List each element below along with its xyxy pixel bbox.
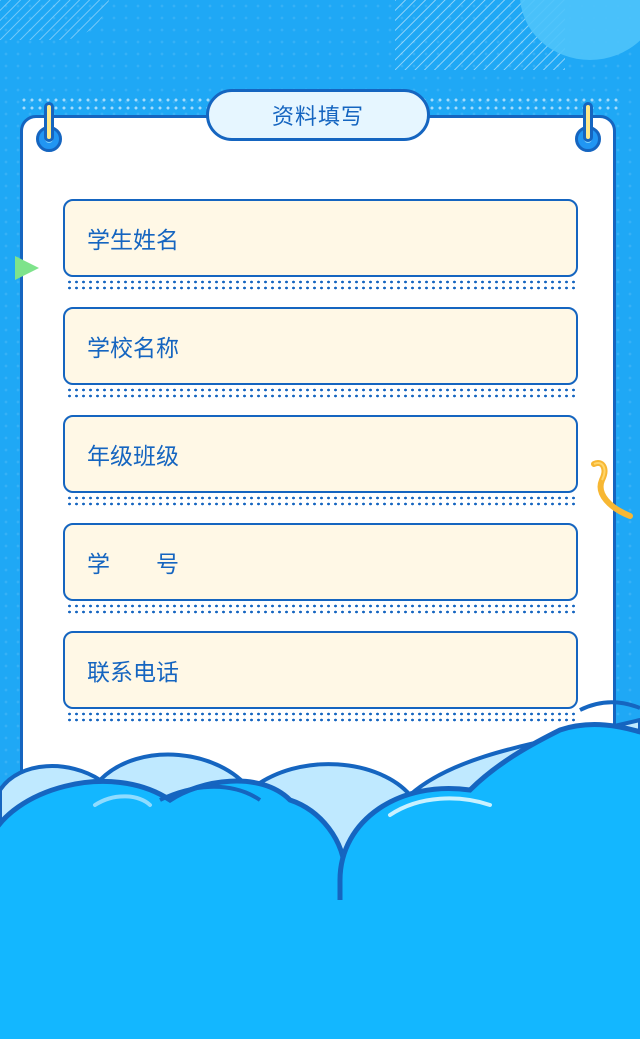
triangle-decoration-icon: [15, 256, 39, 280]
student-id-field[interactable]: 学 号: [63, 523, 578, 601]
field-dots: [66, 603, 576, 615]
binder-pin-left-icon: [44, 102, 54, 142]
student-name-field[interactable]: 学生姓名: [63, 199, 578, 277]
school-name-field[interactable]: 学校名称: [63, 307, 578, 385]
form-title: 资料填写: [206, 89, 430, 141]
grade-class-label: 年级班级: [87, 444, 179, 470]
ribbon-decoration-icon: [591, 460, 633, 519]
student-id-label: 学 号: [87, 552, 179, 578]
phone-field[interactable]: 联系电话: [63, 631, 578, 709]
field-dots: [66, 387, 576, 399]
field-dots: [66, 279, 576, 291]
field-dots: [66, 495, 576, 507]
phone-label: 联系电话: [87, 660, 179, 686]
school-name-label: 学校名称: [87, 336, 179, 362]
binder-pin-right-icon: [583, 102, 593, 142]
grade-class-field[interactable]: 年级班级: [63, 415, 578, 493]
student-name-label: 学生姓名: [87, 228, 179, 254]
cloud-decoration: [0, 700, 640, 1039]
